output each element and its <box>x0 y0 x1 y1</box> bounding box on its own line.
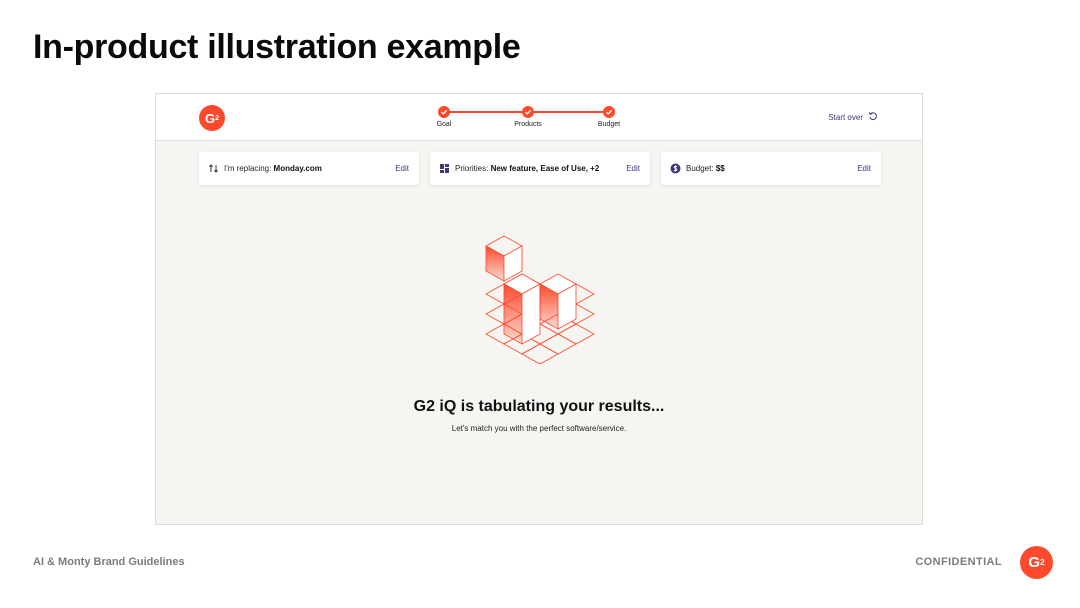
start-over-label: Start over <box>828 112 863 122</box>
check-icon <box>522 106 534 118</box>
step-label: Budget <box>597 121 621 128</box>
chip-value: New feature, Ease of Use, +2 <box>490 164 600 173</box>
footer-confidential: CONFIDENTIAL <box>915 556 1002 568</box>
edit-budget-button[interactable]: Edit <box>857 164 871 173</box>
grid-icon <box>438 163 450 175</box>
chip-text: I'm replacing: Monday.com <box>224 164 395 173</box>
step-products[interactable]: Products <box>498 106 558 128</box>
check-icon <box>603 106 615 118</box>
check-icon <box>438 106 450 118</box>
step-label: Products <box>514 121 542 128</box>
loading-title: G2 iQ is tabulating your results... <box>413 398 665 415</box>
chip-value: Monday.com <box>273 164 322 173</box>
progress-stepper: Goal Products Budget <box>426 106 626 136</box>
dollar-icon <box>669 163 681 175</box>
chip-text: Budget: $$ <box>686 164 857 173</box>
chip-label: I'm replacing: <box>224 164 274 173</box>
g2-logo-icon: G2 <box>1020 546 1053 579</box>
chip-label: Budget: <box>686 164 716 173</box>
budget-chip: Budget: $$ Edit <box>661 152 881 185</box>
refresh-icon <box>868 111 878 123</box>
footer-brand-guidelines: AI & Monty Brand Guidelines <box>33 556 185 568</box>
isometric-blocks-illustration <box>485 235 595 365</box>
chip-text: Priorities: New feature, Ease of Use, +2 <box>455 164 626 173</box>
step-goal[interactable]: Goal <box>414 106 474 128</box>
start-over-button[interactable]: Start over <box>828 111 878 123</box>
product-frame: G2 Goal Products Budget Start over I'm r… <box>155 93 923 525</box>
edit-priorities-button[interactable]: Edit <box>626 164 640 173</box>
step-label: Goal <box>436 121 452 128</box>
app-header: G2 Goal Products Budget Start over <box>156 94 922 141</box>
loading-subtitle: Let's match you with the perfect softwar… <box>451 424 627 433</box>
swap-icon <box>207 163 219 175</box>
chip-value: $$ <box>715 164 725 173</box>
edit-replacing-button[interactable]: Edit <box>395 164 409 173</box>
step-budget[interactable]: Budget <box>579 106 639 128</box>
replacing-chip: I'm replacing: Monday.com Edit <box>199 152 419 185</box>
slide-title: In-product illustration example <box>33 28 521 66</box>
priorities-chip: Priorities: New feature, Ease of Use, +2… <box>430 152 650 185</box>
g2-logo-icon[interactable]: G2 <box>199 105 225 131</box>
chip-label: Priorities: <box>455 164 491 173</box>
